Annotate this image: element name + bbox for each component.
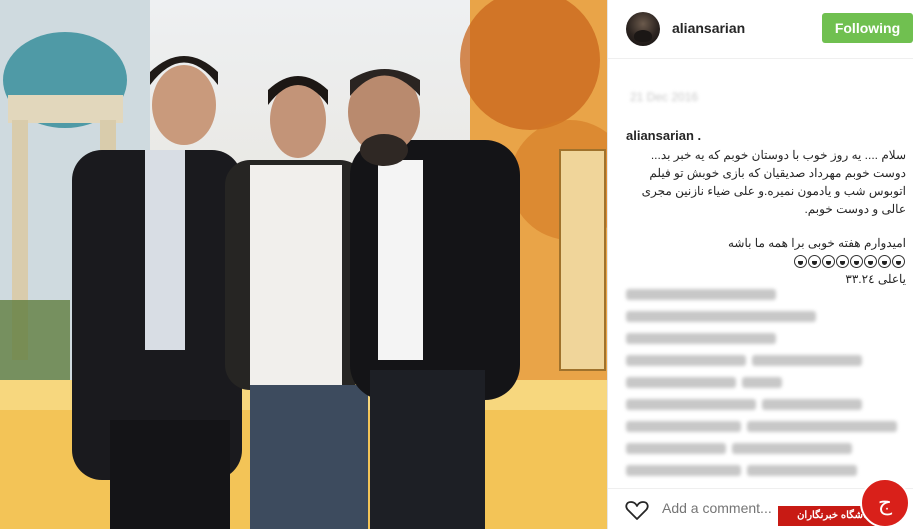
caption-line: عالی و دوست خوبم. <box>804 202 906 216</box>
redacted-comment <box>752 355 862 366</box>
caption-line: اتوبوس شب و یادمون نمیره.و علی ضیاء نازن… <box>641 184 906 198</box>
comment-row <box>622 306 912 328</box>
post-caption: سلام .... یه روز خوب با دوستان خوبم که ی… <box>624 146 906 288</box>
redacted-comment <box>626 377 736 388</box>
photo-scene <box>0 0 607 529</box>
redacted-comment <box>732 443 852 454</box>
emoji-icon <box>794 255 807 269</box>
comment-row <box>622 328 912 350</box>
caption-line: سلام .... یه روز خوب با دوستان خوبم که ی… <box>650 148 906 162</box>
emoji-icon <box>822 255 835 269</box>
watermark-logo-icon: ج <box>860 478 910 528</box>
redacted-comment <box>626 443 726 454</box>
post-date: 21 Dec 2016 <box>630 90 699 104</box>
emoji-icon <box>850 255 863 269</box>
caption-author[interactable]: aliansarian . <box>626 128 701 143</box>
caption-wishes: امیدوارم هفته خوبی برا همه ما باشه <box>624 234 906 270</box>
emoji-row <box>794 252 906 270</box>
redacted-comment <box>626 355 746 366</box>
redacted-comment <box>626 289 776 300</box>
add-comment-input[interactable] <box>660 499 794 517</box>
comment-row <box>622 394 912 416</box>
comment-row <box>622 438 912 460</box>
caption-line: دوست خوبم مهرداد صدیقیان که بازی خوبش تو… <box>649 166 906 180</box>
comment-row <box>622 416 912 438</box>
comment-row <box>622 372 912 394</box>
redacted-comment <box>762 399 862 410</box>
emoji-icon <box>864 255 877 269</box>
post-photo[interactable] <box>0 0 607 529</box>
emoji-icon <box>878 255 891 269</box>
post-header: aliansarian Following <box>608 0 913 59</box>
username-link[interactable]: aliansarian <box>672 20 745 36</box>
redacted-comment <box>626 399 756 410</box>
emoji-icon <box>808 255 821 269</box>
watermark: باشگاه خبرنگاران ج <box>778 478 913 529</box>
comment-row <box>622 350 912 372</box>
redacted-comment <box>747 465 857 476</box>
heart-icon[interactable] <box>625 499 649 521</box>
comment-row <box>622 284 912 306</box>
redacted-comment <box>747 421 897 432</box>
redacted-comment <box>626 311 816 322</box>
caption-wishes-text: امیدوارم هفته خوبی برا همه ما باشه <box>727 236 906 250</box>
post-sidebar: aliansarian Following 21 Dec 2016 alians… <box>607 0 913 529</box>
comment-list <box>622 284 912 482</box>
redacted-comment <box>626 421 741 432</box>
emoji-icon <box>892 255 905 269</box>
profile-avatar[interactable] <box>626 12 660 46</box>
redacted-comment <box>626 333 776 344</box>
following-button[interactable]: Following <box>822 13 913 43</box>
redacted-comment <box>742 377 782 388</box>
redacted-comment <box>626 465 741 476</box>
emoji-icon <box>836 255 849 269</box>
